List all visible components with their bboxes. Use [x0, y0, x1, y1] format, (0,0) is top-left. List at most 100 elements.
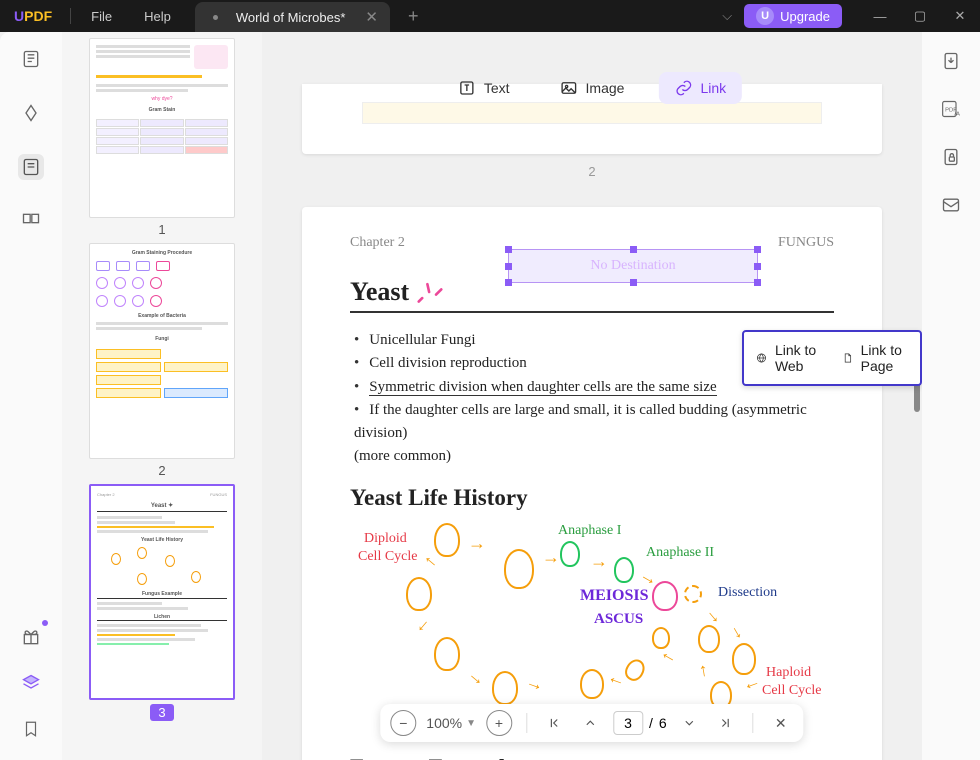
minimize-button[interactable]: —	[860, 0, 900, 32]
tab-title: World of Microbes*	[236, 10, 346, 25]
zoom-out-button[interactable]: −	[390, 710, 416, 736]
gift-icon[interactable]	[18, 624, 44, 650]
user-avatar: U	[756, 7, 774, 25]
menu-help[interactable]: Help	[128, 9, 187, 24]
page-3: Chapter 2 FUNGUS Yeast No Destination	[302, 207, 882, 760]
thumb-num-2: 2	[89, 463, 235, 478]
layers-icon[interactable]	[18, 670, 44, 696]
left-rail	[0, 32, 62, 760]
maximize-button[interactable]: ▢	[900, 0, 940, 32]
annotate-icon[interactable]	[18, 100, 44, 126]
tab-close-icon[interactable]: ✕	[363, 8, 380, 26]
yeast-title: Yeast	[350, 277, 409, 307]
thumbnail-panel: why dye? Gram Stain 1 Gram Staining Proc…	[62, 32, 262, 760]
resize-handle[interactable]	[630, 246, 637, 253]
resize-handle[interactable]	[505, 279, 512, 286]
zoom-in-button[interactable]: +	[486, 710, 512, 736]
window-controls: — ▢ ✕	[860, 0, 980, 32]
web-icon	[756, 349, 767, 367]
document-area: Text Image Link 2 Chapter 2 FUNGUS	[262, 32, 922, 760]
app-body: why dye? Gram Stain 1 Gram Staining Proc…	[0, 32, 980, 760]
link-region-label: No Destination	[590, 258, 675, 274]
diagram-label-ana2: Anaphase II	[646, 545, 714, 561]
document-scroll[interactable]: 2 Chapter 2 FUNGUS Yeast No Destination	[262, 32, 922, 760]
tool-text-label: Text	[484, 80, 510, 96]
edit-toolbar: Text Image Link	[442, 72, 742, 104]
titlebar: UPDF File Help World of Microbes* ✕ + ⌵ …	[0, 0, 980, 32]
close-controls-button[interactable]: ✕	[768, 710, 794, 736]
link-to-page-label: Link to Page	[861, 342, 908, 374]
menu-file[interactable]: File	[75, 9, 128, 24]
bookmark-icon[interactable]	[18, 716, 44, 742]
close-button[interactable]: ✕	[940, 0, 980, 32]
organize-icon[interactable]	[18, 208, 44, 234]
upgrade-label: Upgrade	[780, 9, 830, 24]
current-page-input[interactable]	[613, 711, 643, 735]
tab-indicator-dot	[213, 15, 218, 20]
link-selection-region[interactable]: No Destination	[508, 249, 758, 283]
total-pages: 6	[659, 715, 667, 731]
thumbnail-2[interactable]: Gram Staining Procedure Example of Bacte…	[89, 243, 235, 478]
bullet-3-text: Symmetric division when daughter cells a…	[369, 379, 716, 396]
resize-handle[interactable]	[754, 279, 761, 286]
last-page-button[interactable]	[713, 710, 739, 736]
upgrade-button[interactable]: U Upgrade	[744, 4, 842, 28]
thumb-num-1: 1	[89, 222, 235, 237]
divider	[526, 713, 527, 733]
diagram-label-dissection: Dissection	[718, 585, 777, 601]
link-to-page-option[interactable]: Link to Page	[842, 342, 908, 374]
divider	[70, 8, 71, 24]
document-tab[interactable]: World of Microbes* ✕	[195, 2, 390, 32]
diagram-label-ascus: ASCUS	[594, 611, 643, 628]
resize-handle[interactable]	[754, 263, 761, 270]
yeast-life-diagram: Diploid Cell Cycle Anaphase I Anaphase I…	[350, 521, 834, 721]
thumbnail-1[interactable]: why dye? Gram Stain 1	[89, 38, 235, 237]
protect-icon[interactable]	[938, 144, 964, 170]
resize-handle[interactable]	[630, 279, 637, 286]
resize-handle[interactable]	[505, 263, 512, 270]
tool-link[interactable]: Link	[658, 72, 742, 104]
tool-text[interactable]: Text	[442, 72, 526, 104]
reader-mode-icon[interactable]	[18, 46, 44, 72]
tabs-dropdown-icon[interactable]: ⌵	[710, 8, 744, 24]
prev-page-button[interactable]	[577, 710, 603, 736]
pdfa-icon[interactable]: PDF/A	[938, 96, 964, 122]
edit-mode-icon[interactable]	[18, 154, 44, 180]
right-rail: PDF/A	[922, 32, 980, 760]
image-icon	[560, 79, 578, 97]
topic-label: FUNGUS	[778, 235, 834, 251]
app-logo: UPDF	[0, 8, 66, 24]
resize-handle[interactable]	[754, 246, 761, 253]
chapter-label: Chapter 2	[350, 235, 405, 251]
thumbnail-3[interactable]: Chapter 2FUNGUS Yeast ✦ Yeast Life Histo…	[89, 484, 235, 722]
first-page-button[interactable]	[541, 710, 567, 736]
diagram-label-meiosis: MEIOSIS	[580, 587, 648, 605]
link-to-web-label: Link to Web	[775, 342, 820, 374]
diagram-label-haploid: Haploid	[766, 665, 811, 681]
logo-u: U	[14, 8, 24, 24]
yeast-heading-row: Yeast No Destination	[350, 277, 834, 313]
svg-text:/A: /A	[954, 112, 960, 118]
export-icon[interactable]	[938, 48, 964, 74]
resize-handle[interactable]	[505, 246, 512, 253]
page-number-2: 2	[302, 164, 882, 179]
page-sep: /	[649, 715, 653, 731]
page-icon	[842, 349, 853, 367]
tool-link-label: Link	[700, 80, 726, 96]
share-icon[interactable]	[938, 192, 964, 218]
zoom-dropdown[interactable]: 100% ▼	[426, 715, 476, 731]
bullet-4a: If the daughter cells are large and smal…	[354, 402, 807, 441]
logo-pdf: PDF	[24, 8, 52, 24]
bullet-4: If the daughter cells are large and smal…	[354, 399, 834, 469]
diagram-label-ana1: Anaphase I	[558, 523, 621, 539]
thumb-num-3: 3	[150, 704, 173, 721]
next-page-button[interactable]	[677, 710, 703, 736]
link-type-popup: Link to Web Link to Page	[742, 330, 922, 386]
add-tab-button[interactable]: +	[408, 6, 419, 27]
bullet-4b: (more common)	[354, 448, 451, 464]
divider	[753, 713, 754, 733]
page-controls: − 100% ▼ + / 6 ✕	[380, 704, 803, 742]
tool-image[interactable]: Image	[544, 72, 641, 104]
link-to-web-option[interactable]: Link to Web	[756, 342, 820, 374]
zoom-value: 100%	[426, 715, 462, 731]
